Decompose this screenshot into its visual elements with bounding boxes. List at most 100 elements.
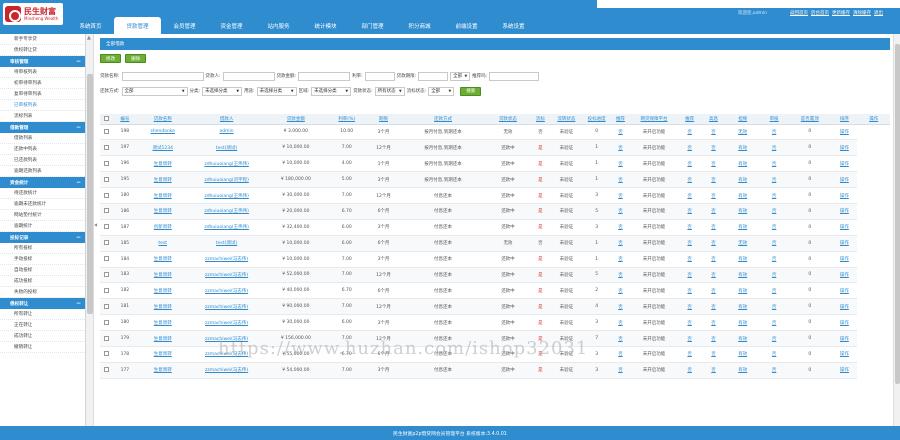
table-row[interactable]: 179 生意周转 zzmachiwei(马志伟) ¥ 156,000.00 7.00 12… [100,330,890,347]
cell-op-value[interactable]: 操作 [840,130,849,135]
sidebar-item[interactable]: 手动投标 [0,254,85,265]
cell-hi-value[interactable]: 否 [711,130,716,135]
cell-user-value[interactable]: zzmachiwei(马志伟) [205,257,248,262]
cell-name-value[interactable]: 生意周转 [154,209,172,214]
cell-rec2-value[interactable]: 否 [687,194,692,199]
collapse-icon[interactable]: − [76,300,81,307]
cell-name-value[interactable]: 生意周转 [154,368,172,373]
cell-rec2-value[interactable]: 否 [687,305,692,310]
header-link[interactable]: 退出 [874,10,883,16]
sidebar-scrollbar[interactable]: ▲ [86,34,94,426]
sidebar-item[interactable]: 借款列表 [0,133,85,144]
cell-op-value[interactable]: 操作 [840,289,849,294]
page-scrollbar[interactable] [893,34,900,426]
cell-audit-value[interactable]: 否 [772,337,777,342]
cell-name-value[interactable]: 创新周转 [154,225,172,230]
cell-rec2-value[interactable]: 否 [687,162,692,167]
column-header[interactable]: 流转状态 [550,114,583,125]
sidebar-item[interactable]: 成功转让 [0,331,85,342]
cell-audit-value[interactable]: 否 [772,209,777,214]
cell-rec-value[interactable]: 否 [618,209,623,214]
delete-button[interactable]: 删除 [125,54,147,63]
sidebar-item[interactable]: 新手专享贷 [0,34,85,45]
sidebar-item[interactable]: 还款中列表 [0,144,85,155]
cell-name-value[interactable]: 生意周转 [154,194,172,199]
collapse-icon[interactable]: − [76,124,81,131]
cell-rec2-value[interactable]: 否 [687,289,692,294]
cell-guar-value[interactable]: 有效 [738,305,747,310]
brand-logo[interactable]: 民生财富 Minsheng Wealth [3,3,63,25]
header-link[interactable]: 清除缓存 [853,10,871,16]
row-checkbox[interactable] [103,335,109,341]
cell-op-value[interactable]: 操作 [840,305,849,310]
cell-guar-value[interactable]: 有效 [738,368,747,373]
cell-hi-value[interactable]: 否 [711,368,716,373]
cell-hi-value[interactable]: 否 [711,305,716,310]
cell-rec2-value[interactable]: 否 [687,130,692,135]
nav-item[interactable]: 积分商城 [396,17,443,34]
nav-item[interactable]: 资金管理 [208,17,255,34]
cell-guar-value[interactable]: 有效 [738,273,747,278]
loan-name-input[interactable] [121,71,204,81]
cell-hi-value[interactable]: 否 [711,162,716,167]
cell-user-value[interactable]: zzmachiwei(马志伟) [205,321,248,326]
cell-rec-value[interactable]: 否 [618,146,623,151]
cell-user-value[interactable]: zdhuiuoiang(王伟伟) [204,194,249,199]
column-header[interactable]: 担保 [725,114,760,125]
cell-rec2-value[interactable]: 否 [687,146,692,151]
cell-name-value[interactable]: 生意周转 [154,257,172,262]
search-button[interactable]: 搜索 [460,86,482,96]
cell-rec2-value[interactable]: 否 [687,209,692,214]
row-checkbox[interactable] [103,256,109,262]
cell-name-value[interactable]: 生意周转 [154,321,172,326]
cell-op-value[interactable]: 操作 [840,209,849,214]
cell-rec-value[interactable]: 否 [618,178,623,183]
row-checkbox[interactable] [103,176,109,182]
rate-input[interactable] [364,71,395,81]
nav-item[interactable]: 系统设置 [490,17,537,34]
cell-op-value[interactable]: 操作 [840,162,849,167]
cell-op-value[interactable]: 操作 [840,178,849,183]
repay-method-select[interactable]: 全部 ▼ [121,86,188,96]
cell-guar-value[interactable]: 有效 [738,162,747,167]
cell-op-value[interactable]: 操作 [840,368,849,373]
sidebar-item[interactable]: 成功投标 [0,276,85,287]
header-link[interactable]: 返回首页 [790,10,808,16]
row-checkbox[interactable] [103,192,109,198]
cell-op-value[interactable]: 操作 [840,146,849,151]
cell-user-value[interactable]: zzmachiwei(马志伟) [205,368,248,373]
collapse-icon[interactable]: − [76,58,81,65]
cell-guar-value[interactable]: 有效 [738,257,747,262]
cell-rec2-value[interactable]: 否 [687,368,692,373]
sidebar-item[interactable]: 流标列表 [0,111,85,122]
nav-item[interactable]: 系统首页 [67,17,114,34]
cell-rec2-value[interactable]: 否 [687,241,692,246]
table-row[interactable]: 184 生意周转 zzmachiwei(马志伟) ¥ 10,000.00 7.00 3个月… [100,251,890,268]
table-row[interactable]: 180 生意周转 zzmachiwei(马志伟) ¥ 30,000.00 6.00 3个月… [100,314,890,332]
column-header[interactable]: 审核 [760,114,789,125]
cell-user-value[interactable]: zdhuiuoiang(王伟伟) [204,209,249,214]
cell-guar-value[interactable]: 有效 [738,194,747,199]
cell-audit-value[interactable]: 否 [772,130,777,135]
cell-audit-value[interactable]: 否 [772,178,777,183]
column-header[interactable]: 编号 [112,114,137,125]
table-row[interactable]: 180 生意周转 zdhuiuoiang(王伟伟) ¥ 30,000.00 7.00 12… [100,187,890,204]
cell-op-value[interactable]: 操作 [840,321,849,326]
cell-hi-value[interactable]: 否 [711,352,716,357]
column-header[interactable]: 是否置顶 [788,114,832,125]
column-header[interactable]: 高息 [701,114,726,125]
amount-input[interactable] [298,71,351,81]
table-row[interactable]: 198 shendanke admin ¥ 3,000.00 10.00 3个月 按月付息,… [100,124,890,141]
table-row[interactable]: 197 测试1234 test(测试) ¥ 10,000.00 7.00 12个月 按月付息… [100,139,890,157]
table-row[interactable]: 183 生意周转 zzmachiwei(马志伟) ¥ 52,000.00 7.00 12个… [100,267,890,284]
cell-rec-value[interactable]: 否 [618,289,623,294]
sidebar-item[interactable]: 待审核列表 [0,67,85,78]
term-unit-select[interactable]: 全部 ▼ [450,71,471,81]
row-checkbox[interactable] [103,319,109,325]
cell-audit-value[interactable]: 否 [772,368,777,373]
category-select[interactable]: 未选择分类 ▼ [202,86,243,96]
cell-name-value[interactable]: 生意周转 [154,178,172,183]
row-checkbox[interactable] [103,367,109,373]
sidebar-item[interactable]: 债权转让贷 [0,45,85,56]
nav-item[interactable]: 统计模块 [302,17,349,34]
